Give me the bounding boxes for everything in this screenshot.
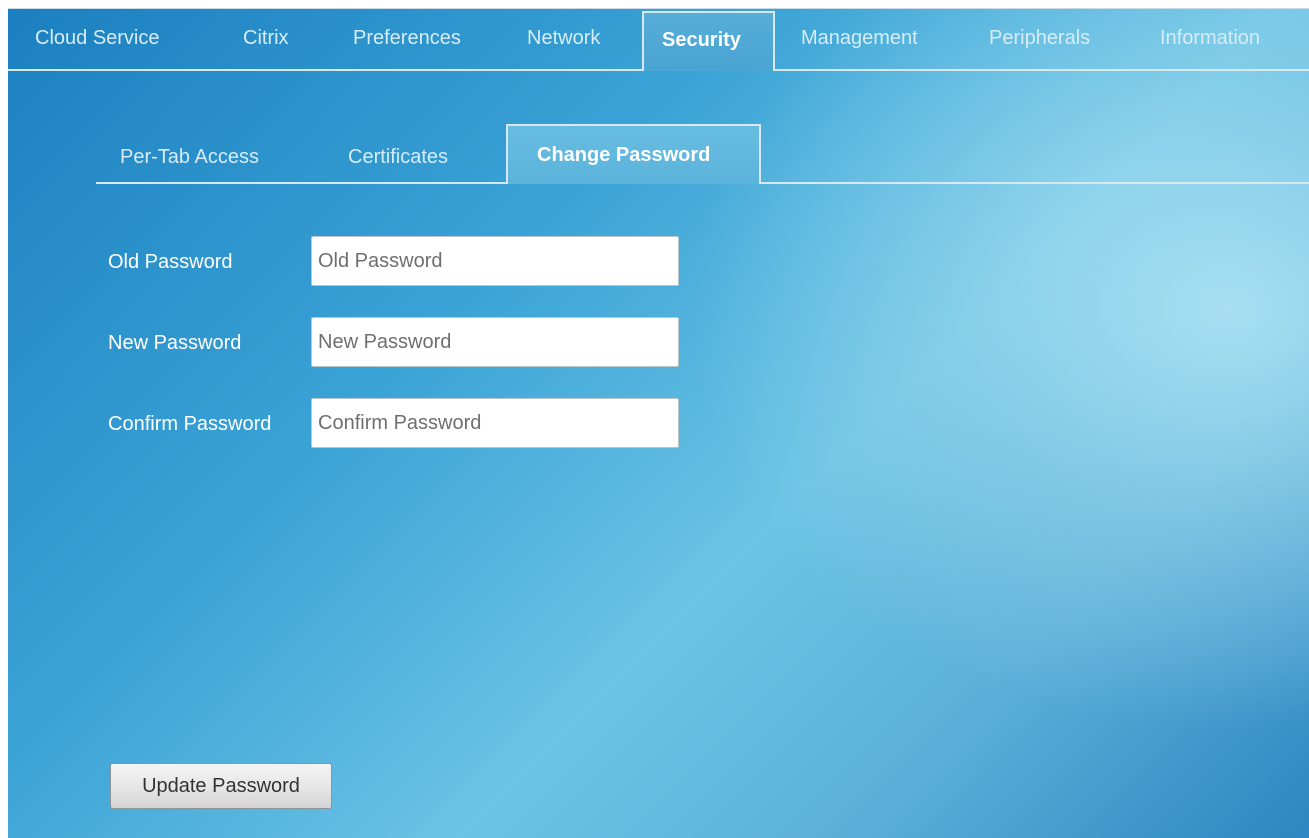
new-password-input[interactable] — [311, 317, 679, 367]
old-password-input[interactable] — [311, 236, 679, 286]
tab-citrix[interactable]: Citrix — [243, 27, 289, 50]
security-sub-navigation: Per-Tab Access Certificates Change Passw… — [96, 124, 1309, 186]
update-password-button[interactable]: Update Password — [110, 763, 332, 809]
top-navigation: Cloud Service Citrix Preferences Network… — [8, 9, 1309, 71]
confirm-password-label: Confirm Password — [108, 413, 272, 435]
tab-peripherals[interactable]: Peripherals — [989, 27, 1090, 50]
tab-preferences[interactable]: Preferences — [353, 27, 461, 50]
tab-change-password[interactable]: Change Password — [506, 124, 761, 182]
tab-information[interactable]: Information — [1160, 27, 1260, 50]
confirm-password-input[interactable] — [311, 398, 679, 448]
tab-security[interactable]: Security — [642, 11, 775, 69]
tab-security-label: Security — [662, 29, 741, 51]
active-subtab-indicator — [508, 182, 759, 184]
new-password-label: New Password — [108, 332, 242, 354]
tab-management[interactable]: Management — [801, 27, 918, 50]
tab-change-password-label: Change Password — [537, 144, 711, 166]
tab-cloud-service[interactable]: Cloud Service — [35, 27, 160, 50]
tab-per-tab-access[interactable]: Per-Tab Access — [120, 146, 259, 169]
security-page: Cloud Service Citrix Preferences Network… — [8, 8, 1309, 838]
tab-certificates[interactable]: Certificates — [348, 146, 448, 169]
tab-network[interactable]: Network — [527, 27, 600, 50]
old-password-label: Old Password — [108, 251, 233, 273]
active-tab-indicator — [644, 69, 773, 71]
